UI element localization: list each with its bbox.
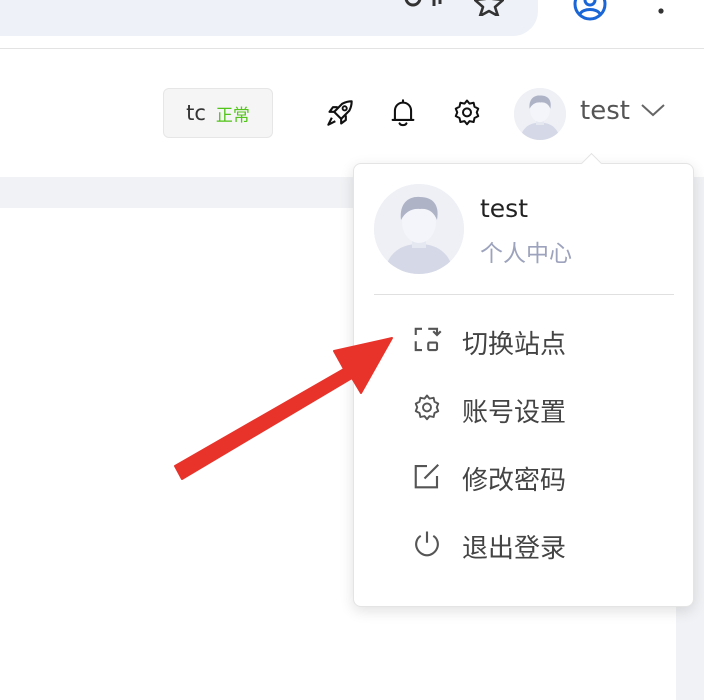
annotation-arrow [174,337,393,480]
